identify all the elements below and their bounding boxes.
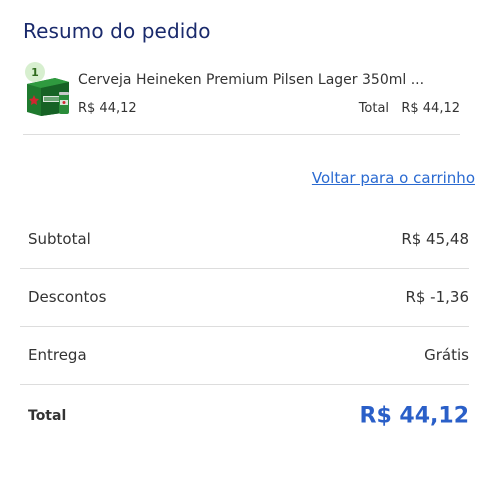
product-name[interactable]: Cerveja Heineken Premium Pilsen Lager 35…	[78, 72, 424, 88]
total-value: R$ 44,12	[359, 403, 470, 429]
product-thumbnail[interactable]: 1	[25, 62, 75, 116]
cart-item: 1 Cerveja Heineken Premium Pilsen Lager …	[23, 62, 460, 135]
subtotal-value: R$ 45,48	[401, 230, 469, 248]
delivery-row: Entrega Grátis	[20, 326, 469, 384]
product-total-value: R$ 44,12	[401, 101, 460, 116]
discounts-label: Descontos	[28, 288, 107, 306]
order-summary-page: Resumo do pedido 1 Cerveja Heineken Prem…	[0, 0, 500, 477]
discounts-row: Descontos R$ -1,36	[20, 268, 469, 326]
total-row: Total R$ 44,12	[20, 387, 469, 445]
discounts-value: R$ -1,36	[405, 288, 469, 306]
subtotal-row: Subtotal R$ 45,48	[20, 210, 469, 268]
delivery-label: Entrega	[28, 346, 87, 364]
product-total-label: Total	[358, 101, 390, 116]
product-unit-price: R$ 44,12	[78, 101, 137, 116]
back-to-cart-link[interactable]: Voltar para o carrinho	[312, 169, 475, 187]
quantity-badge: 1	[25, 62, 45, 82]
divider	[20, 384, 469, 385]
subtotal-label: Subtotal	[28, 230, 91, 248]
delivery-value: Grátis	[424, 346, 469, 364]
product-total: Total R$ 44,12	[359, 101, 460, 116]
total-label: Total	[28, 408, 67, 424]
order-summary-title: Resumo do pedido	[23, 19, 211, 43]
